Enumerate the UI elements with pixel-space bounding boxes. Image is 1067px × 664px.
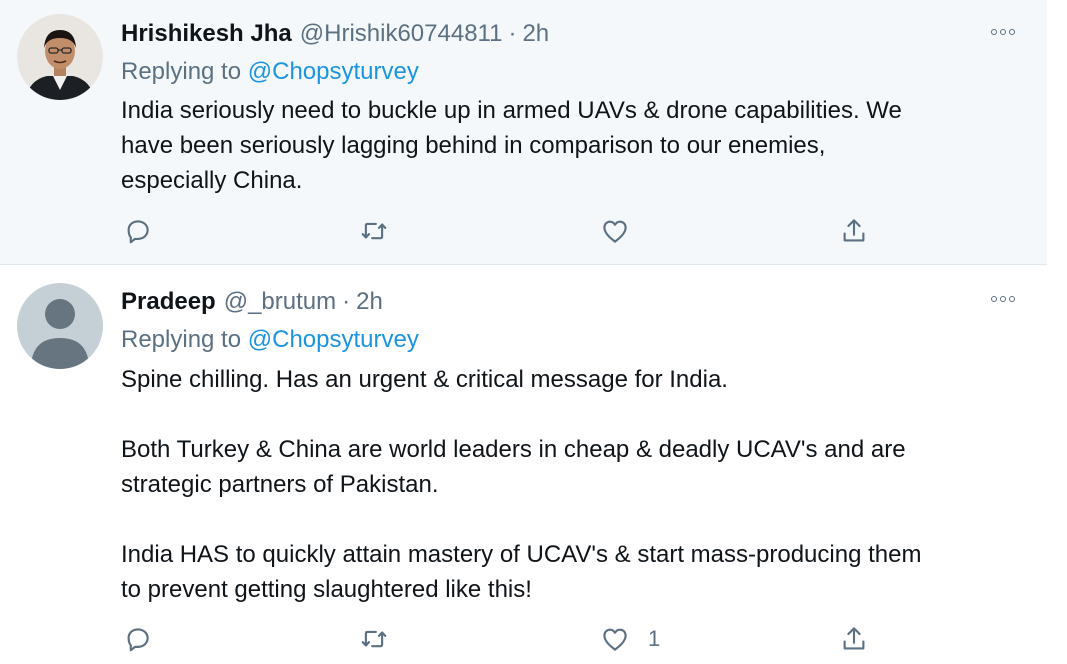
more-options-icon[interactable] <box>987 22 1019 42</box>
author-name[interactable]: Hrishikesh Jha <box>121 20 292 48</box>
heart-icon <box>603 628 627 651</box>
share-icon <box>843 627 865 650</box>
tweet-paragraph: India HAS to quickly attain mastery of U… <box>121 541 922 603</box>
heart-icon <box>603 220 627 243</box>
retweet-icon <box>361 222 387 240</box>
replying-to-label: Replying to <box>121 58 242 85</box>
tweet[interactable]: Hrishikesh Jha @Hrishik60744811 · 2h Rep… <box>0 0 1047 265</box>
tweet-paragraph: Both Turkey & China are world leaders in… <box>121 436 906 498</box>
like-button[interactable]: 1 <box>600 622 660 656</box>
avatar[interactable] <box>17 283 103 369</box>
author-handle[interactable]: @Hrishik60744811 <box>300 20 503 48</box>
timestamp[interactable]: 2h <box>356 288 383 316</box>
retweet-button[interactable] <box>359 214 389 248</box>
tweet-text: India seriously need to buckle up in arm… <box>121 93 1021 198</box>
reply-button[interactable] <box>123 214 153 248</box>
avatar[interactable] <box>17 14 103 100</box>
reply-icon <box>127 220 149 244</box>
author-handle[interactable]: @_brutum <box>224 288 336 316</box>
profile-photo <box>17 14 103 100</box>
retweet-icon <box>361 630 387 648</box>
tweet-paragraph: Spine chilling. Has an urgent & critical… <box>121 366 728 393</box>
separator: · <box>342 288 351 315</box>
tweet-header: Pradeep @_brutum · 2h <box>121 285 383 319</box>
replying-to: Replying to @Chopsyturvey <box>121 58 419 86</box>
tweet-header: Hrishikesh Jha @Hrishik60744811 · 2h <box>121 17 549 51</box>
retweet-button[interactable] <box>359 622 389 656</box>
reply-button[interactable] <box>123 622 153 656</box>
like-count: 1 <box>648 626 661 651</box>
reply-feed: Hrishikesh Jha @Hrishik60744811 · 2h Rep… <box>0 0 1047 664</box>
like-button[interactable] <box>600 214 648 248</box>
reply-icon <box>127 628 149 652</box>
action-bar: 1 <box>121 622 881 656</box>
author-name[interactable]: Pradeep <box>121 288 216 316</box>
more-options-icon[interactable] <box>987 289 1019 309</box>
action-bar <box>121 214 881 248</box>
mention-link[interactable]: @Chopsyturvey <box>248 58 419 85</box>
share-icon <box>843 219 865 242</box>
share-button[interactable] <box>839 622 869 656</box>
tweet-paragraph: India seriously need to buckle up in arm… <box>121 97 902 194</box>
mention-link[interactable]: @Chopsyturvey <box>248 326 419 353</box>
share-button[interactable] <box>839 214 869 248</box>
default-avatar-icon <box>17 283 103 369</box>
timestamp[interactable]: 2h <box>522 20 549 48</box>
replying-to-label: Replying to <box>121 326 242 353</box>
replying-to: Replying to @Chopsyturvey <box>121 326 419 354</box>
tweet[interactable]: Pradeep @_brutum · 2h Replying to @Chops… <box>0 265 1047 664</box>
tweet-text: Spine chilling. Has an urgent & critical… <box>121 362 1021 607</box>
separator: · <box>508 20 517 47</box>
